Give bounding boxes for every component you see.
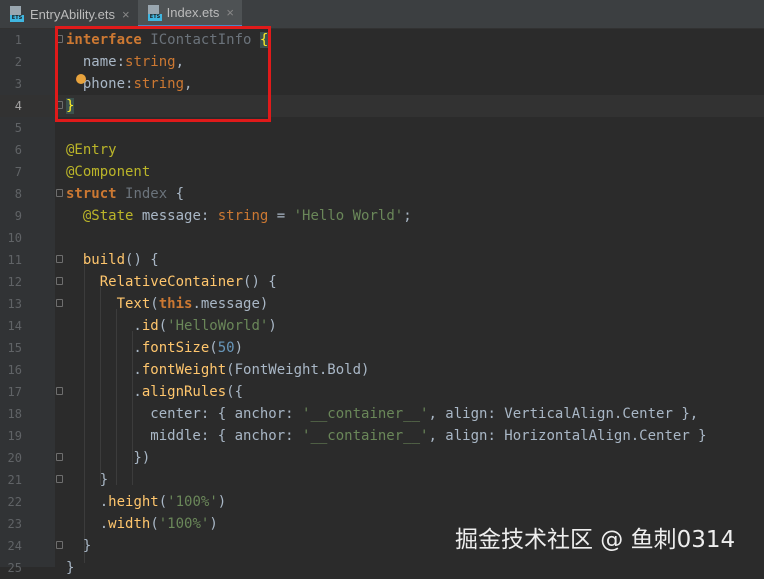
line-number: 7	[14, 165, 22, 179]
line-number: 17	[7, 385, 22, 399]
line-number: 3	[14, 77, 22, 91]
code-line: 18 center: { anchor: '__container__', al…	[0, 403, 764, 425]
code-line: 12 RelativeContainer() {	[0, 271, 764, 293]
line-number: 10	[7, 231, 22, 245]
code-line: 20 })	[0, 447, 764, 469]
close-icon[interactable]: ×	[226, 5, 234, 20]
watermark: 掘金技术社区 @ 鱼刺0314	[455, 527, 736, 553]
code-line: 16 .fontWeight(FontWeight.Bold)	[0, 359, 764, 381]
code-text: @State message: string = 'Hello World';	[82, 208, 412, 224]
code-line: 10	[0, 227, 764, 249]
code-line: 13 Text(this.message)	[0, 293, 764, 315]
fold-icon[interactable]	[56, 189, 63, 197]
code-text: center: { anchor: '__container__', align…	[66, 406, 699, 422]
code-text: .height('100%')	[66, 494, 227, 510]
code-line: 21 }	[0, 469, 764, 491]
line-number: 13	[7, 297, 22, 311]
code-text: .fontSize(50)	[66, 340, 244, 356]
line-number: 16	[7, 363, 22, 377]
ets-file-icon: ETS	[148, 4, 162, 21]
code-text: @Entry	[66, 142, 117, 158]
code-line: 6 @Entry	[0, 139, 764, 161]
code-text: RelativeContainer() {	[99, 274, 277, 290]
line-number: 14	[7, 319, 22, 333]
fold-icon[interactable]	[56, 277, 63, 285]
line-number: 21	[7, 473, 22, 487]
code-line: 19 middle: { anchor: '__container__', al…	[0, 425, 764, 447]
line-number: 24	[7, 539, 22, 553]
code-text: .width('100%')	[66, 516, 218, 532]
line-number: 1	[14, 33, 22, 47]
line-number: 6	[14, 143, 22, 157]
highlight-box	[55, 26, 271, 122]
line-number: 23	[7, 517, 22, 531]
code-text: struct Index {	[66, 186, 185, 202]
code-line: 7 @Component	[0, 161, 764, 183]
line-number: 8	[14, 187, 22, 201]
code-text: .alignRules({	[66, 384, 244, 400]
fold-icon[interactable]	[56, 299, 63, 307]
fold-icon[interactable]	[56, 387, 63, 395]
line-number: 9	[14, 209, 22, 223]
code-text: @Component	[66, 164, 151, 180]
code-text: Text(this.message)	[116, 296, 269, 312]
tab-label: EntryAbility.ets	[30, 6, 116, 22]
code-text: .id('HelloWorld')	[66, 318, 277, 334]
close-icon[interactable]: ×	[122, 7, 130, 22]
code-text: }	[66, 560, 75, 576]
code-line: 15 .fontSize(50)	[0, 337, 764, 359]
line-number: 22	[7, 495, 22, 509]
code-line: 8 struct Index {	[0, 183, 764, 205]
code-text: }	[66, 472, 109, 488]
code-line: 9 @State message: string = 'Hello World'…	[0, 205, 764, 227]
line-number: 20	[7, 451, 22, 465]
code-text: .fontWeight(FontWeight.Bold)	[66, 362, 370, 378]
code-line: 11 build() {	[0, 249, 764, 271]
code-line: 22 .height('100%')	[0, 491, 764, 513]
fold-icon[interactable]	[56, 475, 63, 483]
fold-icon[interactable]	[56, 541, 63, 549]
line-number: 19	[7, 429, 22, 443]
line-number: 11	[7, 253, 22, 267]
line-number: 5	[14, 121, 22, 135]
tab-index[interactable]: ETS Index.ets ×	[138, 0, 242, 28]
editor-tab-bar: ETS EntryAbility.ets × ETS Index.ets ×	[0, 0, 764, 29]
tab-label: Index.ets	[166, 5, 220, 20]
line-number: 12	[7, 275, 22, 289]
code-text: build() {	[82, 252, 159, 268]
code-text: middle: { anchor: '__container__', align…	[66, 428, 707, 444]
fold-icon[interactable]	[56, 255, 63, 263]
line-number: 2	[14, 55, 22, 69]
line-number: 25	[7, 561, 22, 575]
line-number: 18	[7, 407, 22, 421]
code-line: 17 .alignRules({	[0, 381, 764, 403]
ets-file-icon: ETS	[10, 6, 24, 22]
tab-entryability[interactable]: ETS EntryAbility.ets ×	[0, 0, 138, 28]
code-text: }	[66, 538, 92, 554]
line-number: 15	[7, 341, 22, 355]
code-line: 25 }	[0, 557, 764, 579]
code-line: 14 .id('HelloWorld')	[0, 315, 764, 337]
fold-icon[interactable]	[56, 453, 63, 461]
code-text: })	[66, 450, 151, 466]
line-number: 4	[14, 99, 22, 113]
